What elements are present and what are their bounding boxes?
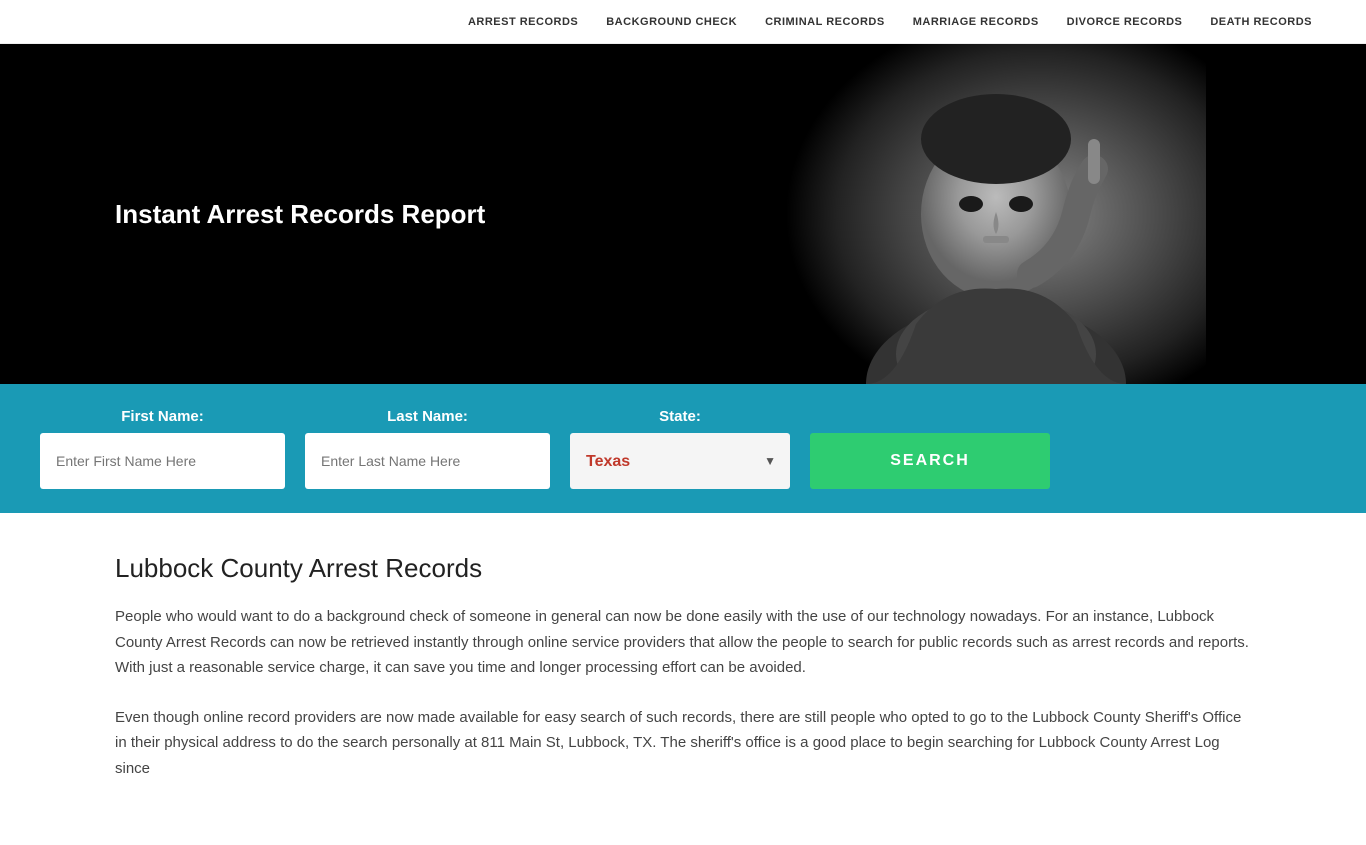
state-label: State: (570, 408, 790, 425)
search-bar: First Name: Last Name: State: AlabamaAla… (0, 384, 1366, 513)
hero-person-image (786, 44, 1206, 384)
first-name-field: First Name: (40, 408, 285, 489)
state-select-wrapper: AlabamaAlaskaArizonaArkansasCaliforniaCo… (570, 433, 790, 489)
last-name-label: Last Name: (305, 408, 550, 425)
state-field: State: AlabamaAlaskaArizonaArkansasCalif… (570, 408, 790, 489)
first-name-label: First Name: (40, 408, 285, 425)
hero-title: Instant Arrest Records Report (0, 199, 485, 230)
nav-background-check[interactable]: BACKGROUND CHECK (592, 16, 751, 28)
hero-section: Instant Arrest Records Report (0, 44, 1366, 384)
nav-criminal-records[interactable]: CRIMINAL RECORDS (751, 16, 899, 28)
content-heading: Lubbock County Arrest Records (115, 553, 1251, 584)
main-content: Lubbock County Arrest Records People who… (0, 513, 1366, 845)
nav-marriage-records[interactable]: MARRIAGE RECORDS (899, 16, 1053, 28)
nav-arrest-records[interactable]: ARREST RECORDS (454, 16, 592, 28)
nav-divorce-records[interactable]: DIVORCE RECORDS (1053, 16, 1197, 28)
content-paragraph-2: Even though online record providers are … (115, 705, 1251, 782)
navigation: ARREST RECORDS BACKGROUND CHECK CRIMINAL… (0, 0, 1366, 44)
last-name-field: Last Name: (305, 408, 550, 489)
last-name-input[interactable] (305, 433, 550, 489)
content-paragraph-1: People who would want to do a background… (115, 604, 1251, 681)
first-name-input[interactable] (40, 433, 285, 489)
nav-death-records[interactable]: DEATH RECORDS (1196, 16, 1326, 28)
state-select[interactable]: AlabamaAlaskaArizonaArkansasCaliforniaCo… (570, 433, 790, 489)
search-button[interactable]: SEARCH (810, 433, 1050, 489)
